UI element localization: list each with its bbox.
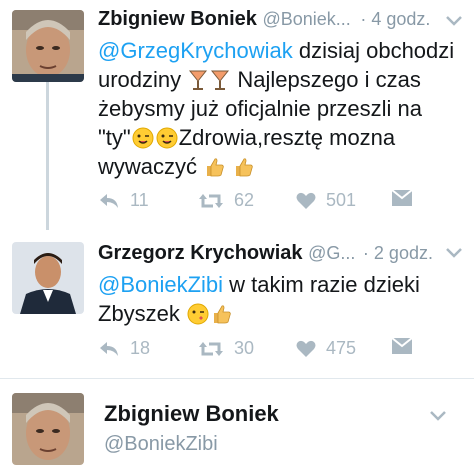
thumbs-up-emoji-icon [236,158,253,177]
author-handle[interactable]: @BoniekZibi [104,433,218,456]
reply-count: 18 [130,338,151,358]
heart-icon [296,340,316,357]
direct-message-button[interactable] [392,338,412,354]
tweet-header: Grzegorz Krychowiak @G... · 2 godz. [98,242,433,265]
tweet-timestamp[interactable]: · 2 godz. [363,243,433,263]
reply-icon [100,193,118,208]
like-button[interactable]: 475 [296,338,356,359]
chevron-down-icon[interactable] [446,242,462,263]
author-name[interactable]: Grzegorz Krychowiak [98,242,303,264]
tweet-1[interactable]: Zbigniew Boniek @Boniek... · 4 godz. @Gr… [0,0,474,230]
author-name[interactable]: Zbigniew Boniek [104,401,279,427]
mention-link[interactable]: @GrzegKrychowiak [98,38,293,63]
envelope-icon [392,338,412,354]
author-handle[interactable]: @Boniek... [262,9,350,29]
cocktail-glass-emoji-icon [211,70,230,90]
retweet-button[interactable]: 30 [198,338,254,359]
direct-message-button[interactable] [392,190,412,206]
retweet-icon [199,341,223,356]
thumbs-up-emoji-icon [207,158,224,177]
chevron-down-icon[interactable] [446,10,462,31]
like-count: 475 [326,338,357,358]
chevron-down-icon[interactable] [430,405,446,426]
reply-button[interactable]: 11 [98,190,149,211]
tweet-3[interactable]: Zbigniew Boniek @BoniekZibi [0,379,474,465]
heart-icon [296,192,316,209]
avatar-zbigniew-boniek[interactable] [12,393,84,465]
tweet-text: @GrzegKrychowiak dzisiaj obchodzi urodzi… [98,38,455,179]
tweet-2[interactable]: Grzegorz Krychowiak @G... · 2 godz. @Bon… [0,230,474,378]
avatar-zbigniew-boniek[interactable] [12,10,84,82]
retweet-count: 30 [234,338,255,358]
winking-face-emoji-icon [132,127,154,149]
tweet-header: Zbigniew Boniek @Boniek... · 4 godz. [98,8,430,31]
mention-link[interactable]: @BoniekZibi [98,272,223,297]
tweet-text: @BoniekZibi w takim razie dzieki Zbyszek [98,272,420,326]
reply-icon [100,341,118,356]
retweet-count: 62 [234,190,255,210]
winking-face-emoji-icon [156,127,178,149]
avatar-grzegorz-krychowiak[interactable] [12,242,84,314]
tweet-actions: 18 30 475 [98,338,468,364]
reply-count: 11 [130,190,149,210]
retweet-button[interactable]: 62 [198,190,254,211]
cocktail-glass-emoji-icon [189,70,208,90]
retweet-icon [199,193,223,208]
face-blowing-kiss-emoji-icon [187,303,209,325]
author-name[interactable]: Zbigniew Boniek [98,8,257,30]
like-button[interactable]: 501 [296,190,356,211]
thumbs-up-emoji-icon [214,305,231,324]
reply-button[interactable]: 18 [98,338,150,359]
author-handle[interactable]: @G... [308,243,355,263]
envelope-icon [392,190,412,206]
tweet-timestamp[interactable]: · 4 godz. [360,9,430,29]
tweet-actions: 11 62 501 [98,190,468,216]
like-count: 501 [326,190,357,210]
